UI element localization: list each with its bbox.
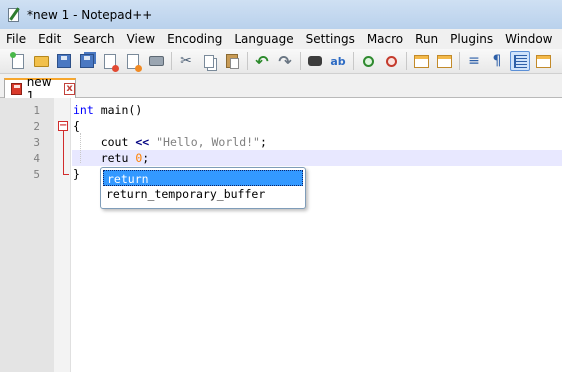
editor[interactable]: 1 2 3 4 5 − int main() { cout << "Hello,… <box>0 98 562 372</box>
toolbar-separator <box>247 52 248 70</box>
menu-edit[interactable]: Edit <box>32 29 67 49</box>
window-title: *new 1 - Notepad++ <box>27 7 153 22</box>
undo-icon[interactable]: ↶ <box>252 51 272 71</box>
code-text: main() <box>93 103 143 117</box>
code-text: { <box>73 119 80 133</box>
autocomplete-item-return-temporary-buffer[interactable]: return_temporary_buffer <box>103 186 303 202</box>
keyword: int <box>73 103 94 117</box>
menu-view[interactable]: View <box>121 29 161 49</box>
close-tab-icon[interactable]: x <box>64 83 75 95</box>
code-text: } <box>73 167 80 181</box>
tab-new-1[interactable]: new 1 x <box>4 75 76 103</box>
fold-end <box>63 174 69 175</box>
toolbar-separator <box>459 52 460 70</box>
operator: << <box>135 135 150 149</box>
find-icon[interactable] <box>305 51 325 71</box>
code-text: ; <box>142 151 150 165</box>
sync-horizontal-icon[interactable] <box>434 51 454 71</box>
menu-plugins[interactable]: Plugins <box>444 29 499 49</box>
notepadpp-app-icon[interactable] <box>6 6 22 23</box>
line-number: 4 <box>33 152 40 165</box>
menu-bar: File Edit Search View Encoding Language … <box>0 29 562 49</box>
line-number: 2 <box>33 120 40 133</box>
show-all-chars-icon[interactable]: ¶ <box>487 51 507 71</box>
line-number: 1 <box>33 104 40 117</box>
sync-vertical-icon[interactable] <box>411 51 431 71</box>
new-file-icon[interactable] <box>8 51 28 71</box>
cut-icon[interactable]: ✂ <box>176 51 196 71</box>
toolbar-separator <box>353 52 354 70</box>
menu-help[interactable]: ? <box>558 29 562 49</box>
line-number-gutter: 1 2 3 4 5 <box>0 98 54 372</box>
toolbar-separator <box>171 52 172 70</box>
identifier: cout <box>100 135 136 149</box>
close-all-icon[interactable] <box>123 51 143 72</box>
toolbar: ✂ ↶ ↷ ab ≡ ¶ <box>0 49 562 74</box>
menu-settings[interactable]: Settings <box>300 29 361 49</box>
fold-collapse-icon[interactable]: − <box>58 121 68 131</box>
close-file-icon[interactable] <box>100 51 120 72</box>
zoom-out-icon[interactable] <box>381 51 401 71</box>
unsaved-file-icon <box>11 83 22 95</box>
identifier: retu <box>100 151 136 165</box>
indent-guide-icon[interactable] <box>510 51 530 71</box>
autocomplete-popup: return return_temporary_buffer <box>100 167 306 209</box>
open-folder-icon[interactable] <box>31 51 51 71</box>
word-wrap-icon[interactable]: ≡ <box>464 51 484 71</box>
menu-run[interactable]: Run <box>409 29 444 49</box>
code-line-1: int main() <box>73 102 142 118</box>
code-text: ; <box>259 135 267 149</box>
redo-icon[interactable]: ↷ <box>275 51 295 71</box>
menu-window[interactable]: Window <box>499 29 558 49</box>
save-all-icon[interactable] <box>77 51 97 71</box>
line-number: 5 <box>33 168 40 181</box>
menu-search[interactable]: Search <box>67 29 120 49</box>
code-line-3: cout << "Hello, World!"; <box>73 134 267 150</box>
menu-encoding[interactable]: Encoding <box>161 29 228 49</box>
code-line-4: retu 0; <box>73 150 150 166</box>
title-bar: *new 1 - Notepad++ <box>0 0 562 29</box>
fold-line <box>63 131 64 175</box>
copy-icon[interactable] <box>199 51 219 71</box>
zoom-in-icon[interactable] <box>358 51 378 71</box>
more-icon[interactable] <box>533 51 553 71</box>
toolbar-separator <box>300 52 301 70</box>
menu-language[interactable]: Language <box>228 29 299 49</box>
tab-bar: new 1 x <box>0 74 562 103</box>
menu-macro[interactable]: Macro <box>361 29 409 49</box>
toolbar-separator <box>406 52 407 70</box>
string-literal: "Hello, World!" <box>149 135 260 149</box>
line-number: 3 <box>33 136 40 149</box>
print-icon[interactable] <box>146 51 166 71</box>
replace-icon[interactable]: ab <box>328 51 348 71</box>
menu-file[interactable]: File <box>0 29 32 49</box>
save-icon[interactable] <box>54 51 74 71</box>
autocomplete-item-return[interactable]: return <box>103 170 303 186</box>
paste-icon[interactable] <box>222 51 242 71</box>
code-line-5: } <box>73 166 80 182</box>
code-line-2: { <box>73 118 80 134</box>
